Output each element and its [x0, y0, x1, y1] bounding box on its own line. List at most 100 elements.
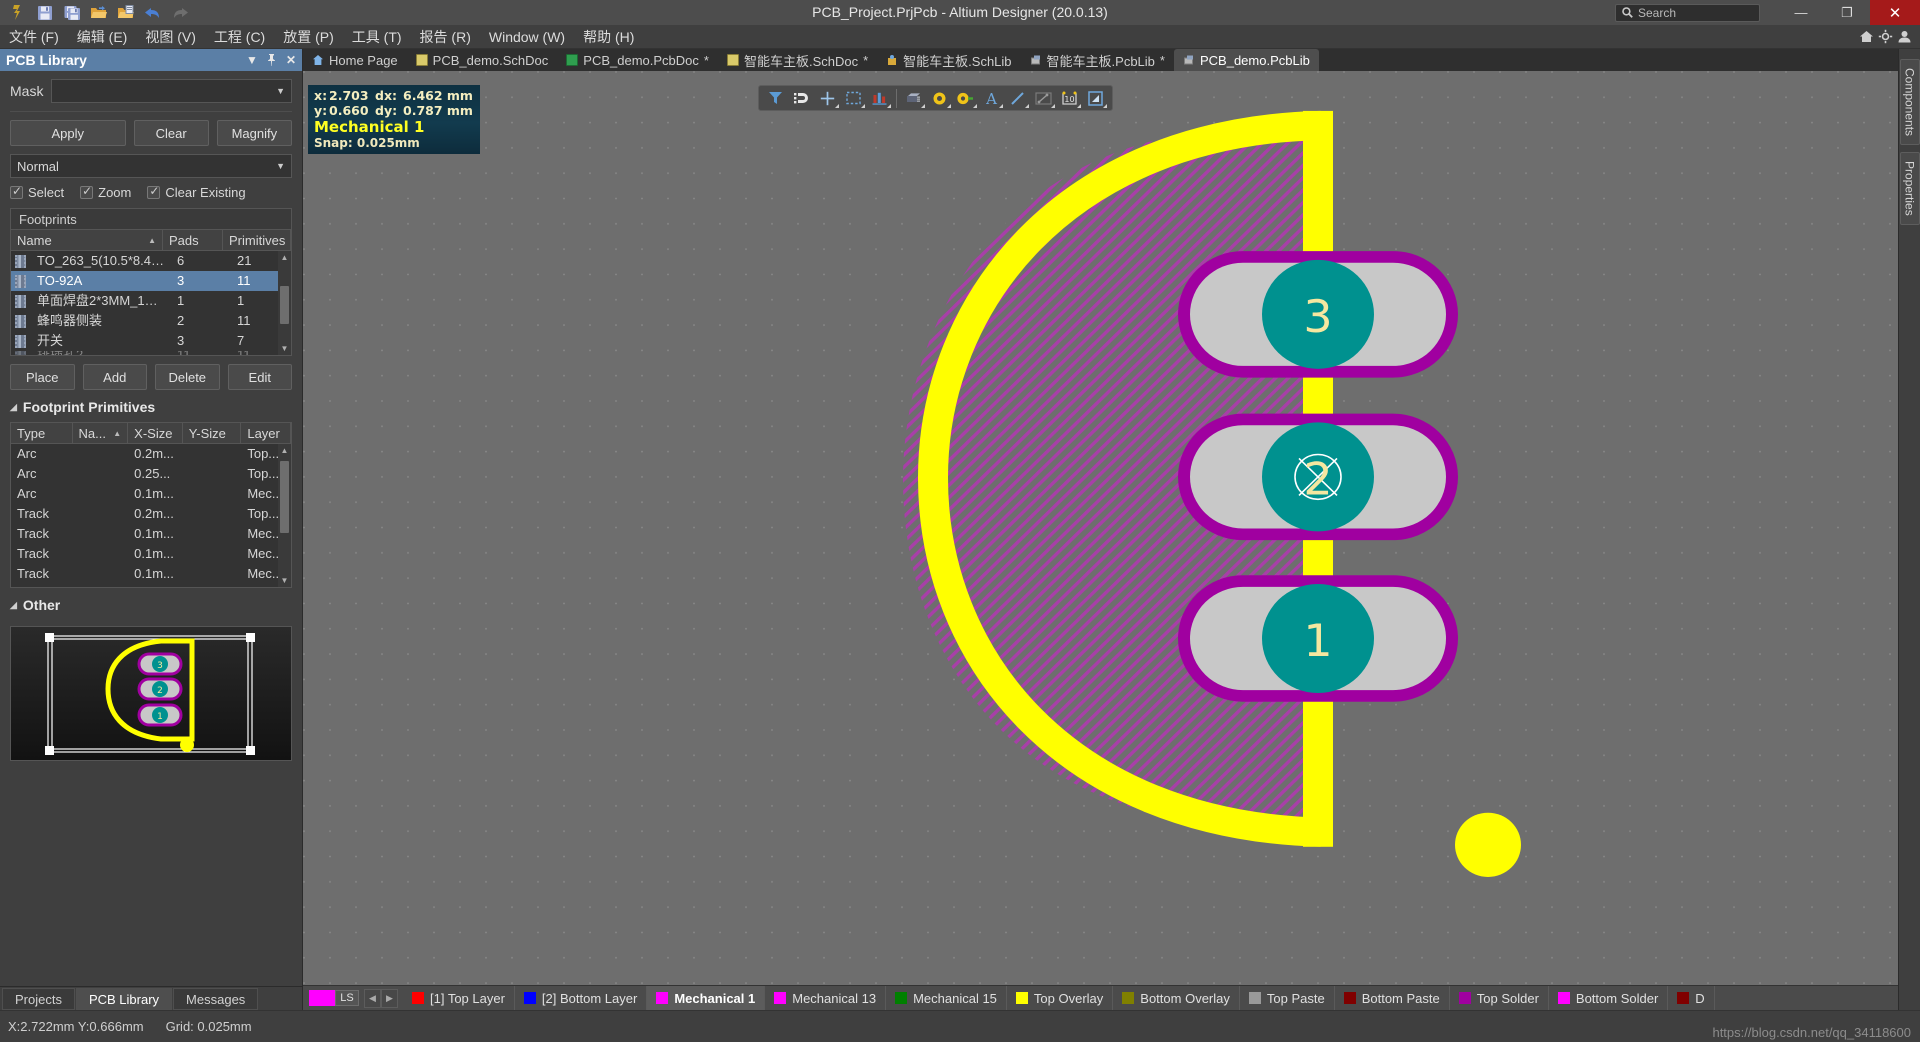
place-via-icon[interactable] — [953, 87, 978, 109]
menu-help[interactable]: 帮助 (H) — [574, 25, 643, 49]
place-button[interactable]: Place — [10, 364, 75, 390]
tab-components[interactable]: Components — [1899, 59, 1920, 146]
primitives-scrollbar[interactable]: ▲ ▼ — [278, 444, 291, 587]
search-input[interactable]: Search — [1638, 6, 1676, 20]
restore-button[interactable]: ❐ — [1824, 0, 1870, 25]
table-row[interactable]: Track 0.1m... Mec... — [11, 544, 291, 564]
tab-messages[interactable]: Messages — [173, 988, 259, 1010]
place-coordinate-icon[interactable]: 10 — [1057, 87, 1082, 109]
doc-tab-home-page[interactable]: Home Page — [303, 49, 407, 71]
doc-tab-pcb-demo-pcblib[interactable]: PCB_demo.PcbLib — [1173, 49, 1319, 71]
layer-stack-swatch[interactable] — [309, 990, 335, 1006]
menu-window[interactable]: Window (W) — [480, 25, 574, 49]
layer-tab-top-solder[interactable]: Top Solder — [1450, 986, 1549, 1010]
table-row[interactable]: 排插孔2 11 11 — [11, 351, 291, 355]
table-row[interactable]: 开关 3 7 — [11, 331, 291, 351]
arrange-align-icon[interactable] — [867, 87, 892, 109]
menu-reports[interactable]: 报告 (R) — [411, 25, 480, 49]
footprint-preview[interactable]: 3 2 1 — [10, 626, 292, 761]
menu-view[interactable]: 视图 (V) — [136, 25, 205, 49]
table-row[interactable]: 单面焊盘2*3MM_1PIN 1 1 — [11, 291, 291, 311]
scroll-thumb[interactable] — [280, 461, 289, 533]
table-row[interactable]: TO-92A 3 11 — [11, 271, 291, 291]
column-header-pads[interactable]: Pads — [163, 230, 223, 250]
apply-button[interactable]: Apply — [10, 120, 126, 146]
layer-tab-mechanical-13[interactable]: Mechanical 13 — [765, 986, 887, 1010]
column-header-na[interactable]: Na... ▲ — [73, 423, 129, 443]
doc-tab-smartcar-schlib[interactable]: 智能车主板.SchLib — [877, 49, 1020, 71]
panel-pin-icon[interactable] — [267, 54, 277, 66]
layer-tab-bottom-layer[interactable]: [2] Bottom Layer — [515, 986, 648, 1010]
layer-tab-bottom-paste[interactable]: Bottom Paste — [1335, 986, 1450, 1010]
altium-logo-icon[interactable] — [5, 2, 31, 24]
scroll-down-icon[interactable]: ▼ — [281, 342, 289, 355]
save-icon[interactable] — [32, 2, 58, 24]
place-pad-icon[interactable] — [927, 87, 952, 109]
place-dimension-icon[interactable] — [1031, 87, 1056, 109]
layer-tab-top-layer[interactable]: [1] Top Layer — [403, 986, 515, 1010]
menu-file[interactable]: 文件 (F) — [0, 25, 68, 49]
table-row[interactable]: Track 0.1m... Mec... — [11, 524, 291, 544]
table-row[interactable]: Arc 0.2m... Top... — [11, 444, 291, 464]
layer-next-button[interactable]: ▶ — [381, 988, 398, 1008]
table-row[interactable]: Track 0.2m... Top... — [11, 504, 291, 524]
tab-pcb-library[interactable]: PCB Library — [75, 988, 173, 1010]
scroll-up-icon[interactable]: ▲ — [281, 444, 289, 457]
magnify-button[interactable]: Magnify — [216, 120, 292, 146]
menu-tools[interactable]: 工具 (T) — [343, 25, 411, 49]
selection-rectangle-icon[interactable] — [841, 87, 866, 109]
checkbox-clear-existing[interactable]: Clear Existing — [147, 184, 246, 200]
delete-button[interactable]: Delete — [155, 364, 220, 390]
pcb-drawing[interactable]: 3 2 1 — [303, 71, 1898, 985]
layer-tab-bottom-overlay[interactable]: Bottom Overlay — [1113, 986, 1240, 1010]
add-button[interactable]: Add — [82, 364, 147, 390]
open-project-icon[interactable] — [113, 2, 139, 24]
layer-sets-button[interactable]: LS — [335, 990, 359, 1006]
open-icon[interactable] — [86, 2, 112, 24]
doc-tab-pcb-demo-pcbdoc[interactable]: PCB_demo.PcbDoc * — [557, 49, 718, 71]
doc-tab-smartcar-schdoc[interactable]: 智能车主板.SchDoc * — [718, 49, 877, 71]
tab-properties[interactable]: Properties — [1899, 152, 1920, 225]
column-header-type[interactable]: Type — [11, 423, 73, 443]
layer-tab-top-overlay[interactable]: Top Overlay — [1007, 986, 1114, 1010]
edit-button[interactable]: Edit — [227, 364, 292, 390]
doc-tab-smartcar-pcblib[interactable]: 智能车主板.PcbLib * — [1021, 49, 1174, 71]
clear-button[interactable]: Clear — [133, 120, 209, 146]
panel-close-icon[interactable]: ✕ — [286, 53, 296, 67]
save-all-icon[interactable] — [59, 2, 85, 24]
place-component-icon[interactable] — [901, 87, 926, 109]
mask-mode-select[interactable]: Normal ▼ — [10, 154, 292, 178]
mask-input[interactable]: ▼ — [51, 79, 292, 103]
user-account-icon[interactable] — [1897, 30, 1912, 43]
footprint-primitives-section-header[interactable]: ◢ Footprint Primitives — [10, 399, 292, 415]
scroll-up-icon[interactable]: ▲ — [281, 251, 289, 264]
layer-tab-bottom-solder[interactable]: Bottom Solder — [1549, 986, 1669, 1010]
tab-projects[interactable]: Projects — [2, 988, 75, 1010]
minimize-button[interactable]: — — [1778, 0, 1824, 25]
doc-tab-pcb-demo-schdoc[interactable]: PCB_demo.SchDoc — [407, 49, 558, 71]
place-polygon-icon[interactable] — [1083, 87, 1108, 109]
menu-place[interactable]: 放置 (P) — [274, 25, 343, 49]
menu-edit[interactable]: 编辑 (E) — [68, 25, 137, 49]
table-row[interactable]: 蜂鸣器侧装 2 11 — [11, 311, 291, 331]
table-row[interactable]: TO_263_5(10.5*8.4M... 6 21 — [11, 251, 291, 271]
home-icon[interactable] — [1859, 30, 1874, 43]
scroll-thumb[interactable] — [280, 286, 289, 324]
scroll-down-icon[interactable]: ▼ — [281, 574, 289, 587]
layer-tab-mechanical-15[interactable]: Mechanical 15 — [886, 986, 1007, 1010]
crosshair-placement-icon[interactable] — [815, 87, 840, 109]
column-header-xsize[interactable]: X-Size — [128, 423, 183, 443]
gear-icon[interactable] — [1878, 29, 1893, 44]
layer-tab-top-paste[interactable]: Top Paste — [1240, 986, 1335, 1010]
filter-icon[interactable] — [763, 87, 788, 109]
column-header-name[interactable]: Name ▲ — [11, 230, 163, 250]
layer-prev-button[interactable]: ◀ — [364, 988, 381, 1008]
pcb-canvas[interactable]: 3 2 1 x: 2.703 dx: 6.462 mm y: 0.660 dy:… — [303, 71, 1898, 985]
checkbox-zoom[interactable]: Zoom — [80, 184, 131, 200]
layer-tab-drill[interactable]: D — [1668, 986, 1715, 1010]
column-header-layer[interactable]: Layer — [241, 423, 291, 443]
column-header-primitives[interactable]: Primitives — [223, 230, 291, 250]
redo-icon[interactable] — [167, 2, 193, 24]
layer-tab-mechanical-1[interactable]: Mechanical 1 — [647, 986, 766, 1010]
search-box[interactable]: Search — [1615, 3, 1760, 22]
